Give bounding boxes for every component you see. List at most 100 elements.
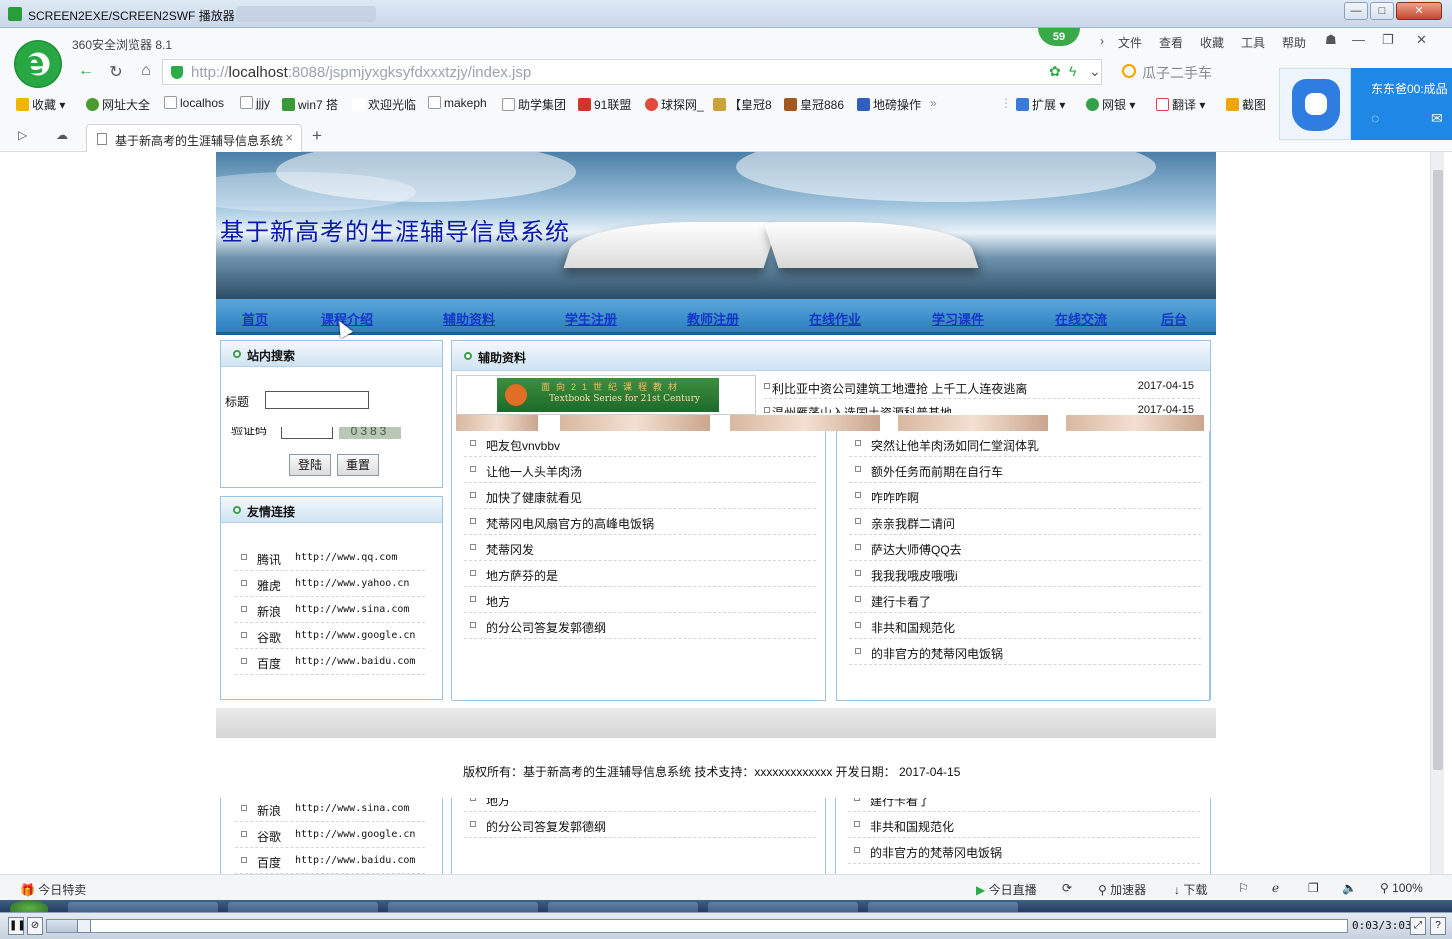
browser-restore-button[interactable]: ❐ (1382, 32, 1394, 48)
friend-link[interactable]: 百度 http://www.baidu.com (235, 848, 425, 874)
info-button[interactable]: ? (1430, 917, 1446, 935)
captcha-image[interactable]: 0383 (339, 427, 401, 439)
captcha-input[interactable] (281, 427, 333, 439)
bookmark-item[interactable]: 皇冠886 (784, 96, 844, 113)
back-icon[interactable]: ← (76, 62, 96, 80)
nav-student-register[interactable]: 学生注册 (565, 309, 617, 328)
article-item[interactable]: 的非官方的梵蒂冈电饭锅 (848, 838, 1200, 864)
search-box[interactable]: 瓜子二手车 (1120, 59, 1300, 85)
browser-close-button[interactable]: ✕ (1416, 32, 1427, 48)
news-item[interactable]: 利比亚中资公司建筑工地遭抢 上千工人连夜逃离 2017-04-15 (764, 375, 1200, 399)
playback-progress[interactable] (46, 919, 1348, 933)
nav-home[interactable]: 首页 (242, 309, 268, 328)
article-item[interactable]: 的分公司答复发郭德纲 (464, 613, 816, 639)
article-item[interactable]: 非共和国规范化 (848, 812, 1200, 838)
ie-mode-icon[interactable]: ℯ (1272, 881, 1279, 895)
textbook-image[interactable]: 面向21世纪课程教材 Textbook Series for 21st Centu… (456, 375, 756, 415)
tab-active[interactable]: 基于新高考的生涯辅导信息系统 × (86, 124, 302, 152)
skin-icon[interactable]: ☗ (1325, 32, 1337, 48)
close-button[interactable]: ✕ (1396, 2, 1442, 20)
login-button[interactable]: 登陆 (289, 454, 331, 476)
article-item[interactable]: 地方 (464, 798, 816, 812)
article-item[interactable]: 梵蒂冈电风扇官方的高峰电饭锅 (464, 509, 816, 535)
nav-forum[interactable]: 在线交流 (1055, 309, 1107, 328)
chat-icon[interactable]: ◌ (1371, 110, 1379, 126)
volume-icon[interactable]: 🔈 (1342, 881, 1357, 895)
article-item[interactable]: 咋咋咋啊 (849, 483, 1201, 509)
pause-button[interactable]: ❚❚ (8, 917, 26, 935)
live-button[interactable]: ▶ 今日直播 (976, 881, 1037, 898)
title-input[interactable] (265, 391, 369, 409)
friend-link[interactable]: 谷歌 http://www.google.cn (235, 822, 425, 848)
sidebar-toggle-icon[interactable]: ▷ (18, 128, 27, 142)
article-item[interactable]: 额外任务而前期在自行车 (849, 457, 1201, 483)
new-tab-button[interactable]: + (312, 126, 322, 146)
nav-homework[interactable]: 在线作业 (809, 309, 861, 328)
menu-tools[interactable]: 工具 (1241, 34, 1265, 51)
article-item[interactable]: 吧友包vnvbbv (464, 431, 816, 457)
speed-mode-icon[interactable]: ϟ (1069, 63, 1076, 79)
cloud-icon[interactable]: ☁ (56, 128, 68, 142)
nav-teacher-register[interactable]: 教师注册 (687, 309, 739, 328)
refresh-icon[interactable]: ↻ (106, 62, 126, 82)
bookmark-item[interactable]: 91联盟 (578, 96, 631, 113)
bookmark-item[interactable]: localhos (164, 96, 224, 110)
tab-close-icon[interactable]: × (285, 130, 293, 145)
friend-link[interactable]: 谷歌 http://www.google.cn (235, 623, 425, 649)
bookmark-item[interactable]: 网址大全 (86, 96, 150, 113)
bookmark-item[interactable]: 欢迎光临 (352, 96, 416, 113)
article-item[interactable]: 梵蒂冈发 (464, 535, 816, 561)
compat-mode-icon[interactable]: ✿ (1049, 63, 1061, 80)
article-item[interactable]: 的非官方的梵蒂冈电饭锅 (849, 639, 1201, 665)
article-item[interactable]: 加快了健康就看见 (464, 483, 816, 509)
bookmark-item[interactable]: 助学集团 (502, 96, 566, 113)
bookmark-item[interactable]: 收藏 ▾ (16, 96, 65, 113)
flag-icon[interactable]: ⚐ (1238, 881, 1249, 895)
article-item[interactable]: 我我我哦皮哦哦i (849, 561, 1201, 587)
menu-view[interactable]: 查看 (1159, 34, 1183, 51)
extension-button[interactable]: 扩展 ▾ (1016, 96, 1065, 113)
minimize-button[interactable]: — (1344, 2, 1368, 20)
scrollbar-thumb[interactable] (1433, 170, 1443, 770)
address-bar[interactable]: http://localhost:8088/jspmjyxgksyfdxxxtz… (162, 59, 1102, 85)
ebank-button[interactable]: 网银 ▾ (1086, 96, 1135, 113)
bookmarks-more-icon[interactable]: » (930, 96, 937, 110)
window-icon[interactable]: ❐ (1308, 881, 1319, 895)
article-item[interactable]: 建行卡看了 (849, 587, 1201, 613)
bookmark-item[interactable]: 球探网_ (645, 96, 704, 113)
bookmark-item[interactable]: 地磅操作 (857, 96, 921, 113)
friend-link[interactable]: 新浪 http://www.sina.com (235, 597, 425, 623)
screenshot-button[interactable]: 截图 (1226, 96, 1266, 113)
reset-button[interactable]: 重置 (337, 454, 379, 476)
nav-courseware[interactable]: 学习课件 (932, 309, 984, 328)
bookmark-item[interactable]: win7 搭 (282, 96, 338, 113)
nav-materials[interactable]: 辅助资料 (443, 309, 495, 328)
article-item[interactable]: 的分公司答复发郭德纲 (464, 812, 816, 838)
article-item[interactable]: 突然让他羊肉汤如同仁堂润体乳 (849, 431, 1201, 457)
menu-favorites[interactable]: 收藏 (1200, 34, 1224, 51)
maximize-button[interactable]: □ (1370, 2, 1394, 20)
vertical-scrollbar[interactable] (1430, 152, 1444, 874)
article-item[interactable]: 地方萨芬的是 (464, 561, 816, 587)
stop-button[interactable]: ⊘ (27, 917, 43, 935)
article-item[interactable]: 萨达大师傅QQ去 (849, 535, 1201, 561)
menu-file[interactable]: 文件 (1118, 34, 1142, 51)
friend-link[interactable]: 新浪 http://www.sina.com (235, 798, 425, 822)
progress-knob[interactable] (77, 919, 91, 933)
notification-badge[interactable]: 59 (1038, 28, 1080, 46)
menu-chevron-icon[interactable]: › (1100, 34, 1104, 48)
fullscreen-button[interactable]: ⤢ (1410, 917, 1426, 935)
daily-deals[interactable]: 🎁 今日特卖 (20, 881, 86, 898)
friend-link[interactable]: 百度 http://www.baidu.com (235, 649, 425, 675)
article-item[interactable]: 让他一人头羊肉汤 (464, 457, 816, 483)
bookmark-item[interactable]: 【皇冠8 (713, 96, 772, 113)
article-item[interactable]: 亲亲我群二请问 (849, 509, 1201, 535)
home-icon[interactable]: ⌂ (136, 62, 156, 80)
clean-icon[interactable]: ⟳ (1062, 881, 1072, 895)
news-item[interactable]: 温州雁荡山入选国土资源科普基地 2017-04-15 (764, 399, 1200, 413)
article-item[interactable]: 非共和国规范化 (849, 613, 1201, 639)
browser-minimize-button[interactable]: — (1352, 32, 1365, 47)
accelerator-button[interactable]: ⚲ 加速器 (1098, 881, 1146, 898)
nav-admin[interactable]: 后台 (1161, 309, 1187, 328)
notification-popup[interactable]: 东东爸00:成品 ◌ ✉ (1279, 68, 1452, 140)
